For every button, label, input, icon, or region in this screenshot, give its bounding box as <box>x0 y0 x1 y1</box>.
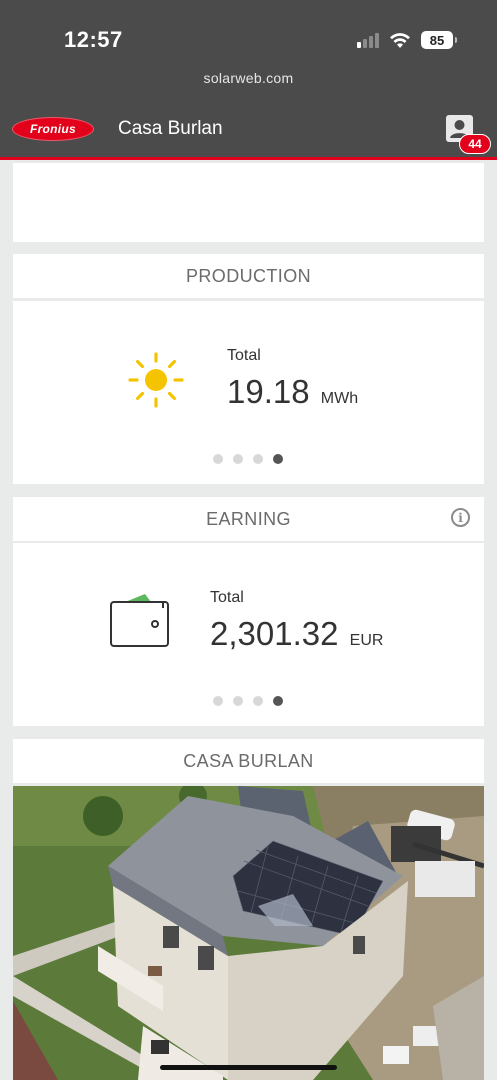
previous-card <box>13 163 484 242</box>
info-icon[interactable]: i <box>451 508 470 527</box>
production-total-unit: MWh <box>320 390 359 407</box>
page-title: Casa Burlan <box>118 118 223 139</box>
pager-dot[interactable] <box>253 696 263 706</box>
house-aerial-photo <box>13 786 484 1080</box>
production-heading: PRODUCTION <box>13 254 484 298</box>
production-card[interactable]: Total 19.18 MWh <box>13 301 484 484</box>
earning-total-unit: EUR <box>349 632 384 649</box>
production-total-label: Total <box>227 347 261 364</box>
site-heading: CASA BURLAN <box>13 739 484 783</box>
logo-text: Fronius <box>29 122 77 136</box>
pager-dot[interactable] <box>213 454 223 464</box>
earning-total-label: Total <box>210 589 244 606</box>
wifi-icon <box>390 32 410 48</box>
pager-dot[interactable] <box>233 454 243 464</box>
pager-dot-active[interactable] <box>273 696 283 706</box>
production-total-value: 19.18 <box>227 373 310 410</box>
home-indicator[interactable] <box>160 1065 337 1070</box>
production-total: 19.18 MWh <box>227 373 358 411</box>
wallet-icon <box>110 594 169 647</box>
earning-pager[interactable] <box>213 696 283 706</box>
cellular-signal-icon <box>357 32 379 48</box>
sun-icon <box>128 352 184 408</box>
earning-total: 2,301.32 EUR <box>210 615 383 653</box>
battery-indicator: 85 <box>421 31 457 49</box>
production-pager[interactable] <box>213 454 283 464</box>
app-header: Fronius Casa Burlan <box>0 100 497 160</box>
earning-total-value: 2,301.32 <box>210 615 339 652</box>
browser-url[interactable]: solarweb.com <box>0 70 497 86</box>
earning-card[interactable]: Total 2,301.32 EUR <box>13 543 484 726</box>
notification-badge[interactable]: 44 <box>459 134 491 154</box>
pager-dot[interactable] <box>253 454 263 464</box>
site-photo[interactable] <box>13 786 484 1080</box>
earning-heading: EARNING <box>13 497 484 541</box>
status-time: 12:57 <box>64 27 123 52</box>
fronius-logo[interactable]: Fronius <box>12 117 94 141</box>
pager-dot-active[interactable] <box>273 454 283 464</box>
status-icons: 85 <box>357 29 457 51</box>
pager-dot[interactable] <box>233 696 243 706</box>
battery-level: 85 <box>429 32 445 48</box>
pager-dot[interactable] <box>213 696 223 706</box>
